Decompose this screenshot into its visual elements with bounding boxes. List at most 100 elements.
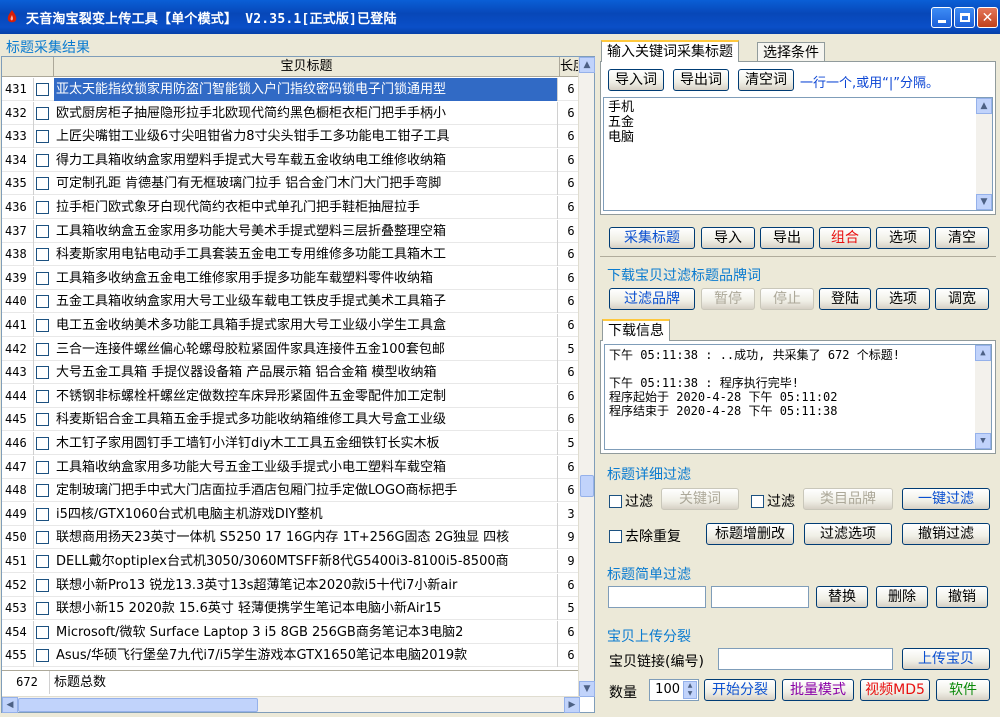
scroll-up-icon[interactable]: ▲ [975,345,991,361]
brand-options-button[interactable]: 选项 [876,288,930,310]
category-brand-button[interactable]: 类目品牌 [803,488,893,510]
table-row[interactable]: 448 定制玻璃门把手中式大门店面拉手酒店包厢门拉手定做LOGO商标把手 6 [2,479,580,503]
h-scroll-thumb[interactable] [18,698,258,712]
table-row[interactable]: 436 拉手柜门欧式象牙白现代简约衣柜中式单孔门把手鞋柜抽屉拉手 6 [2,196,580,219]
quantity-stepper[interactable]: 100 ▲ ▼ [649,679,699,701]
row-checkbox[interactable] [36,413,49,427]
clear-words-button[interactable]: 清空词 [738,69,794,91]
row-checkbox[interactable] [36,153,49,167]
export-button[interactable]: 导出 [760,227,814,249]
row-title[interactable]: 联想小新15 2020款 15.6英寸 轻薄便携学生笔记本电脑小新Air15 [54,597,558,621]
row-checkbox[interactable] [36,602,49,616]
replace-text-input[interactable] [711,586,809,608]
replace-button[interactable]: 替换 [816,586,868,608]
close-button[interactable]: ✕ [977,7,998,28]
tab-keyword-collect[interactable]: 输入关键词采集标题 [601,40,739,62]
batch-mode-button[interactable]: 批量模式 [782,679,854,701]
row-title[interactable]: Microsoft/微软 Surface Laptop 3 i5 8GB 256… [54,620,558,644]
table-row[interactable]: 431 亚太天能指纹锁家用防盗门智能锁入户门指纹密码锁电子门锁通用型 6 [2,78,580,101]
row-title[interactable]: Asus/华硕飞行堡垒7九代i7/i5学生游戏本GTX1650笔记本电脑2019… [54,644,558,668]
filter-category-checkbox[interactable]: 过滤 [751,491,795,511]
table-row[interactable]: 453 联想小新15 2020款 15.6英寸 轻薄便携学生笔记本电脑小新Air1… [2,597,580,621]
table-row[interactable]: 449 i5四核/GTX1060台式机电脑主机游戏DIY整机 3 [2,502,580,526]
row-title[interactable]: 定制玻璃门把手中式大门店面拉手酒店包厢门拉手定做LOGO商标把手 [54,479,558,503]
row-title[interactable]: 联想小新Pro13 锐龙13.3英寸13s超薄笔记本2020款i5十代i7小新a… [54,573,558,597]
table-row[interactable]: 435 可定制孔距 肯德基门有无框玻璃门拉手 铝合金门木门大门把手弯脚 6 [2,172,580,196]
clear-button[interactable]: 清空 [935,227,989,249]
row-title[interactable]: 大号五金工具箱 手提仪器设备箱 产品展示箱 铝合金箱 模型收纳箱 [54,361,558,385]
row-title[interactable]: 联想商用扬天23英寸一体机 S5250 17 16G内存 1T+256G固态 2… [54,526,558,550]
row-title[interactable]: 不锈钢非标螺栓杆螺丝定做数控车床异形紧固件五金零配件加工定制 [54,384,558,408]
undo-button[interactable]: 撤销 [936,586,988,608]
stepper-arrows-icon[interactable]: ▲ ▼ [683,681,697,699]
row-title[interactable]: 科麦斯家用电钻电动手工具套装五金电工专用维修多功能工具箱木工 [54,243,558,267]
item-link-input[interactable] [718,648,893,670]
minimize-button[interactable] [931,7,952,28]
import-button[interactable]: 导入 [701,227,755,249]
title-edit-button[interactable]: 标题增删改 [706,523,794,545]
combine-button[interactable]: 组合 [819,227,871,249]
one-click-filter-button[interactable]: 一键过滤 [902,488,990,510]
row-checkbox[interactable] [36,578,49,592]
table-row[interactable]: 442 三合一连接件螺丝偏心轮螺母胶粒紧固件家具连接件五金100套包邮 5 [2,337,580,361]
row-title[interactable]: 亚太天能指纹锁家用防盗门智能锁入户门指纹密码锁电子门锁通用型 [54,78,558,101]
row-checkbox[interactable] [36,460,49,474]
widen-button[interactable]: 调宽 [935,288,989,310]
row-checkbox[interactable] [36,248,49,262]
filter-brands-button[interactable]: 过滤品牌 [609,288,695,310]
row-checkbox[interactable] [36,555,49,568]
start-split-button[interactable]: 开始分裂 [704,679,776,701]
row-checkbox[interactable] [36,295,49,309]
row-checkbox[interactable] [36,271,49,285]
row-checkbox[interactable] [36,437,49,450]
row-checkbox[interactable] [36,507,49,521]
table-row[interactable]: 447 工具箱收纳盒家用多功能大号五金工业级手提式小电工塑料车载空箱 6 [2,455,580,479]
dedupe-checkbox[interactable]: 去除重复 [609,526,681,546]
table-row[interactable]: 446 木工钉子家用圆钉手工墙钉小洋钉diy木工工具五金细铁钉长实木板 5 [2,432,580,455]
scroll-up-icon[interactable]: ▲ [579,57,595,73]
table-row[interactable]: 441 电工五金收纳美术多功能工具箱手提式家用大号工业级小学生工具盒 6 [2,314,580,337]
table-row[interactable]: 450 联想商用扬天23英寸一体机 S5250 17 16G内存 1T+256G固… [2,526,580,550]
row-title[interactable]: 工具箱收纳盒五金家用多功能大号美术手提式塑料三层折叠整理空箱 [54,219,558,243]
undo-filter-button[interactable]: 撤销过滤 [902,523,990,545]
scroll-down-icon[interactable]: ▼ [975,433,991,449]
scroll-down-icon[interactable]: ▼ [579,681,595,697]
collect-titles-button[interactable]: 采集标题 [609,227,695,249]
row-title[interactable]: 三合一连接件螺丝偏心轮螺母胶粒紧固件家具连接件五金100套包邮 [54,337,558,361]
table-row[interactable]: 440 五金工具箱收纳盒家用大号工业级车载电工铁皮手提式美术工具箱子 6 [2,290,580,314]
row-title[interactable]: 科麦斯铝合金工具箱五金手提式多功能收纳箱维修工具大号盒工业级 [54,408,558,432]
row-title[interactable]: 电工五金收纳美术多功能工具箱手提式家用大号工业级小学生工具盒 [54,314,558,337]
row-title[interactable]: 得力工具箱收纳盒家用塑料手提式大号车载五金收纳电工维修收纳箱 [54,148,558,172]
row-checkbox[interactable] [36,342,49,356]
scroll-left-icon[interactable]: ◀ [2,697,18,713]
table-row[interactable]: 434 得力工具箱收纳盒家用塑料手提式大号车载五金收纳电工维修收纳箱 6 [2,148,580,172]
video-md5-button[interactable]: 视频MD5 [860,679,930,701]
grid-horizontal-scrollbar[interactable]: ◀ ▶ [2,696,580,713]
table-row[interactable]: 455 Asus/华硕飞行堡垒7九代i7/i5学生游戏本GTX1650笔记本电脑2… [2,644,580,668]
row-title[interactable]: 上匠尖嘴钳工业级6寸尖咀钳省力8寸尖头钳手工多功能电工钳子工具 [54,125,558,149]
software-button[interactable]: 软件 [936,679,990,701]
row-title[interactable]: 可定制孔距 肯德基门有无框玻璃门拉手 铝合金门木门大门把手弯脚 [54,172,558,196]
find-text-input[interactable] [608,586,706,608]
upload-item-button[interactable]: 上传宝贝 [902,648,990,670]
export-words-button[interactable]: 导出词 [673,69,729,91]
column-header-length[interactable]: 长度 [560,57,580,77]
table-row[interactable]: 444 不锈钢非标螺栓杆螺丝定做数控车床异形紧固件五金零配件加工定制 6 [2,384,580,408]
row-checkbox[interactable] [36,531,49,545]
table-row[interactable]: 437 工具箱收纳盒五金家用多功能大号美术手提式塑料三层折叠整理空箱 6 [2,219,580,243]
row-checkbox[interactable] [36,484,49,498]
row-checkbox[interactable] [36,130,49,144]
row-title[interactable]: 工具箱收纳盒家用多功能大号五金工业级手提式小电工塑料车载空箱 [54,455,558,479]
grid-vertical-scrollbar[interactable]: ▲ ▼ [578,57,595,697]
row-title[interactable]: 工具箱多收纳盒五金电工维修家用手提多功能车载塑料零件收纳箱 [54,266,558,290]
stop-button[interactable]: 停止 [760,288,814,310]
table-row[interactable]: 451 DELL戴尔optiplex台式机3050/3060MTSFF新8代G54… [2,550,580,573]
row-checkbox[interactable] [36,366,49,380]
row-title[interactable]: 五金工具箱收纳盒家用大号工业级车载电工铁皮手提式美术工具箱子 [54,290,558,314]
table-row[interactable]: 432 欧式厨房柜子抽屉隐形拉手北欧现代简约黑色橱柜衣柜门把手手柄小 6 [2,101,580,125]
row-checkbox[interactable] [36,224,49,238]
row-checkbox[interactable] [36,625,49,639]
delete-button[interactable]: 删除 [876,586,928,608]
filter-options-button[interactable]: 过滤选项 [804,523,892,545]
tab-select-conditions[interactable]: 选择条件 [757,42,825,62]
